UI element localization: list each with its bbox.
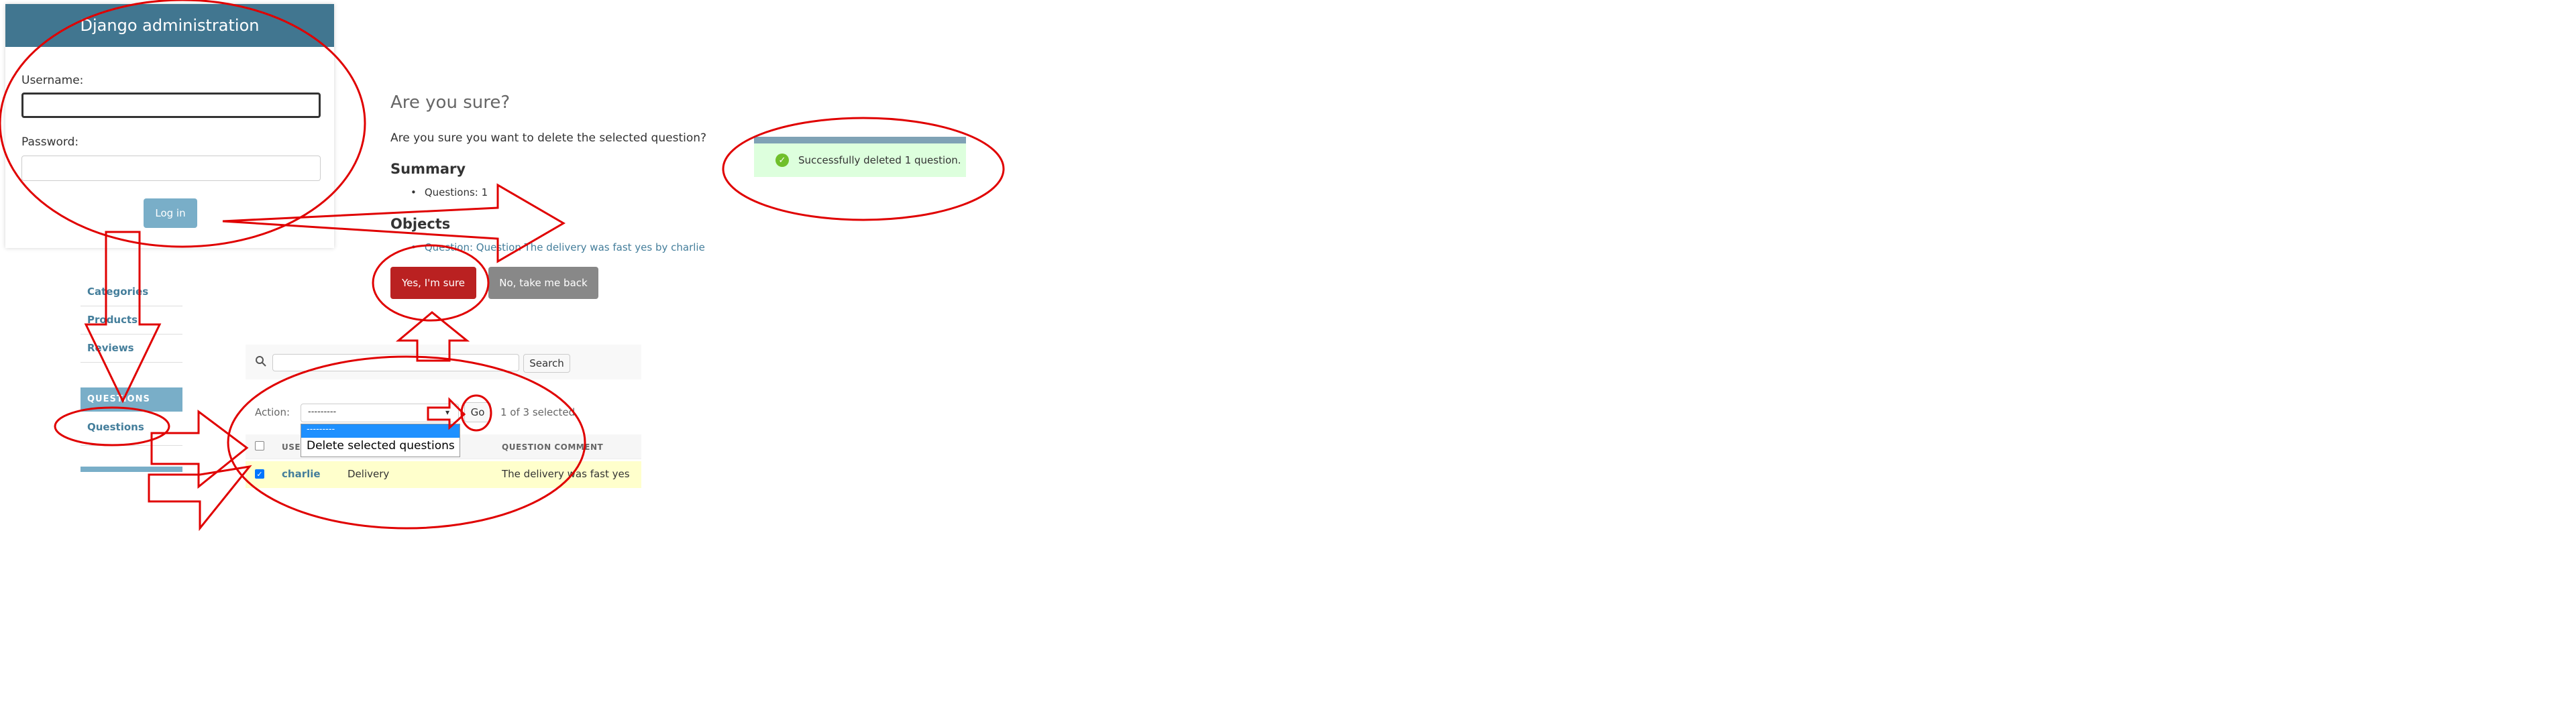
annotation-overlay (0, 0, 1005, 532)
annotation-ellipse-changelist (227, 355, 586, 530)
annotation-ellipse-login (0, 0, 366, 248)
annotation-arrow-to-go (427, 397, 466, 430)
annotation-ellipse-success (722, 117, 1005, 221)
annotation-ellipse-yes-button (372, 244, 490, 322)
annotation-arrow-right-success (222, 183, 566, 263)
annotation-arrow-down (84, 231, 162, 404)
annotation-ellipse-go-button (460, 394, 492, 432)
